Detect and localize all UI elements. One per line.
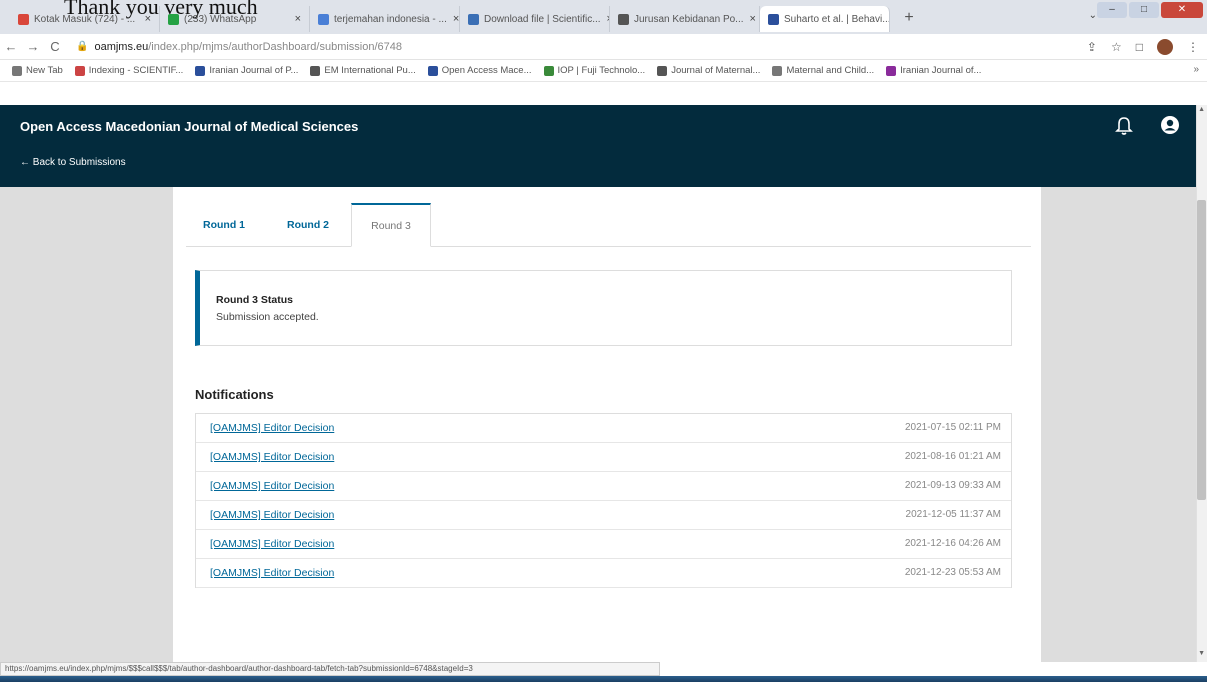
bookmark-item[interactable]: New Tab (12, 65, 63, 76)
window-controls: – □ ✕ (1097, 2, 1203, 18)
globe-icon (310, 65, 321, 76)
menu-icon[interactable]: ⋮ (1187, 40, 1199, 54)
overlay-text: Thank you very much (64, 0, 258, 19)
bell-icon[interactable] (1114, 115, 1134, 137)
profile-avatar[interactable] (1157, 39, 1173, 55)
scrollbar-thumb[interactable] (1197, 200, 1206, 500)
close-icon[interactable]: × (289, 13, 301, 25)
window-icon[interactable]: □ (1136, 40, 1143, 54)
notification-date: 2021-08-16 01:21 AM (904, 451, 1001, 462)
app-header: Open Access Macedonian Journal of Medica… (0, 105, 1196, 187)
bookmark-icon (74, 65, 85, 76)
reload-icon[interactable]: C (44, 39, 66, 54)
round-status-box: Round 3 Status Submission accepted. (195, 270, 1012, 346)
notification-date: 2021-12-05 11:37 AM (905, 509, 1001, 520)
bookmark-item[interactable]: Iranian Journal of P... (195, 65, 298, 76)
notification-row: [OAMJMS] Editor Decision 2021-09-13 09:3… (196, 472, 1011, 501)
browser-tab-active[interactable]: Suharto et al. | Behavi... × (760, 6, 890, 32)
globe-icon (618, 13, 629, 25)
bookmark-item[interactable]: IOP | Fuji Technolo... (543, 65, 645, 76)
gmail-icon (18, 13, 29, 25)
browser-tab[interactable]: Download file | Scientific... × (460, 6, 610, 32)
tab-round-2[interactable]: Round 2 (278, 203, 338, 247)
journal-icon (886, 65, 897, 76)
image-icon (543, 65, 554, 76)
journal-title: Open Access Macedonian Journal of Medica… (20, 119, 359, 134)
chevron-down-icon[interactable]: ⌄ (1089, 10, 1097, 21)
globe-icon (12, 65, 22, 76)
bookmarks-bar: New Tab Indexing - SCIENTIF... Iranian J… (0, 60, 1207, 82)
globe-icon (468, 13, 479, 25)
browser-tab[interactable]: Jurusan Kebidanan Po... × (610, 6, 760, 32)
share-icon[interactable]: ⇪ (1087, 40, 1097, 54)
notification-row: [OAMJMS] Editor Decision 2021-12-23 05:5… (196, 559, 1011, 588)
close-window-button[interactable]: ✕ (1161, 2, 1203, 18)
round-status-text: Submission accepted. (216, 311, 319, 323)
windows-taskbar (0, 676, 1207, 682)
notification-row: [OAMJMS] Editor Decision 2021-08-16 01:2… (196, 443, 1011, 472)
close-icon[interactable]: × (744, 13, 756, 25)
address-bar: ← → C 🔒 oamjms.eu /index.php/mjms/author… (0, 34, 1207, 60)
bookmark-item[interactable]: EM International Pu... (310, 65, 416, 76)
forward-arrow-icon[interactable]: → (22, 39, 44, 54)
bookmark-item[interactable]: Iranian Journal of... (886, 65, 981, 76)
star-icon[interactable]: ☆ (1111, 40, 1122, 54)
notifications-heading: Notifications (195, 387, 274, 402)
journal-icon (195, 65, 206, 76)
bookmark-item[interactable]: Open Access Mace... (427, 65, 532, 76)
notification-date: 2021-07-15 02:11 PM (905, 422, 1001, 433)
notification-link[interactable]: [OAMJMS] Editor Decision (210, 509, 334, 521)
globe-icon (772, 65, 783, 76)
minimize-button[interactable]: – (1097, 2, 1127, 18)
notification-date: 2021-12-16 04:26 AM (904, 538, 1001, 549)
dash-icon (657, 65, 668, 76)
notification-link[interactable]: [OAMJMS] Editor Decision (210, 451, 334, 463)
close-icon[interactable]: × (447, 13, 459, 25)
google-icon (318, 13, 329, 25)
back-to-submissions-link[interactable]: ← Back to Submissions (20, 157, 126, 168)
notification-link[interactable]: [OAMJMS] Editor Decision (210, 567, 334, 579)
round-tabs: Round 1 Round 2 Round 3 (186, 203, 1031, 247)
main-content: Round 1 Round 2 Round 3 Round 3 Status S… (173, 187, 1041, 662)
notification-row: [OAMJMS] Editor Decision 2021-07-15 02:1… (196, 414, 1011, 443)
bookmark-item[interactable]: Indexing - SCIENTIF... (74, 65, 183, 76)
close-icon[interactable]: × (601, 13, 609, 25)
user-icon[interactable] (1160, 115, 1180, 135)
maximize-button[interactable]: □ (1129, 2, 1159, 18)
browser-tab[interactable]: terjemahan indonesia - ... × (310, 6, 460, 32)
scroll-down-icon[interactable]: ▼ (1198, 650, 1205, 657)
round-status-title: Round 3 Status (216, 294, 294, 306)
journal-icon (768, 13, 779, 25)
bookmark-item[interactable]: Journal of Maternal... (657, 65, 760, 76)
lock-icon: 🔒 (76, 41, 89, 52)
tab-round-3[interactable]: Round 3 (351, 203, 431, 247)
url-field[interactable]: 🔒 oamjms.eu /index.php/mjms/authorDashbo… (76, 41, 402, 53)
notification-row: [OAMJMS] Editor Decision 2021-12-05 11:3… (196, 501, 1011, 530)
new-tab-button[interactable]: + (900, 9, 918, 27)
notification-date: 2021-12-23 05:53 AM (904, 567, 1001, 578)
back-arrow-icon[interactable]: ← (0, 39, 22, 54)
notifications-list: [OAMJMS] Editor Decision 2021-07-15 02:1… (195, 413, 1012, 588)
notification-row: [OAMJMS] Editor Decision 2021-12-16 04:2… (196, 530, 1011, 559)
notification-date: 2021-09-13 09:33 AM (904, 480, 1001, 491)
notification-link[interactable]: [OAMJMS] Editor Decision (210, 422, 334, 434)
tab-round-1[interactable]: Round 1 (194, 203, 254, 247)
bookmark-item[interactable]: Maternal and Child... (772, 65, 874, 76)
status-bar-url: https://oamjms.eu/index.php/mjms/$$$call… (0, 662, 660, 676)
scroll-up-icon[interactable]: ▲ (1198, 106, 1205, 113)
notification-link[interactable]: [OAMJMS] Editor Decision (210, 480, 334, 492)
chevron-right-icon[interactable]: » (1193, 64, 1199, 75)
journal-icon (427, 65, 438, 76)
notification-link[interactable]: [OAMJMS] Editor Decision (210, 538, 334, 550)
